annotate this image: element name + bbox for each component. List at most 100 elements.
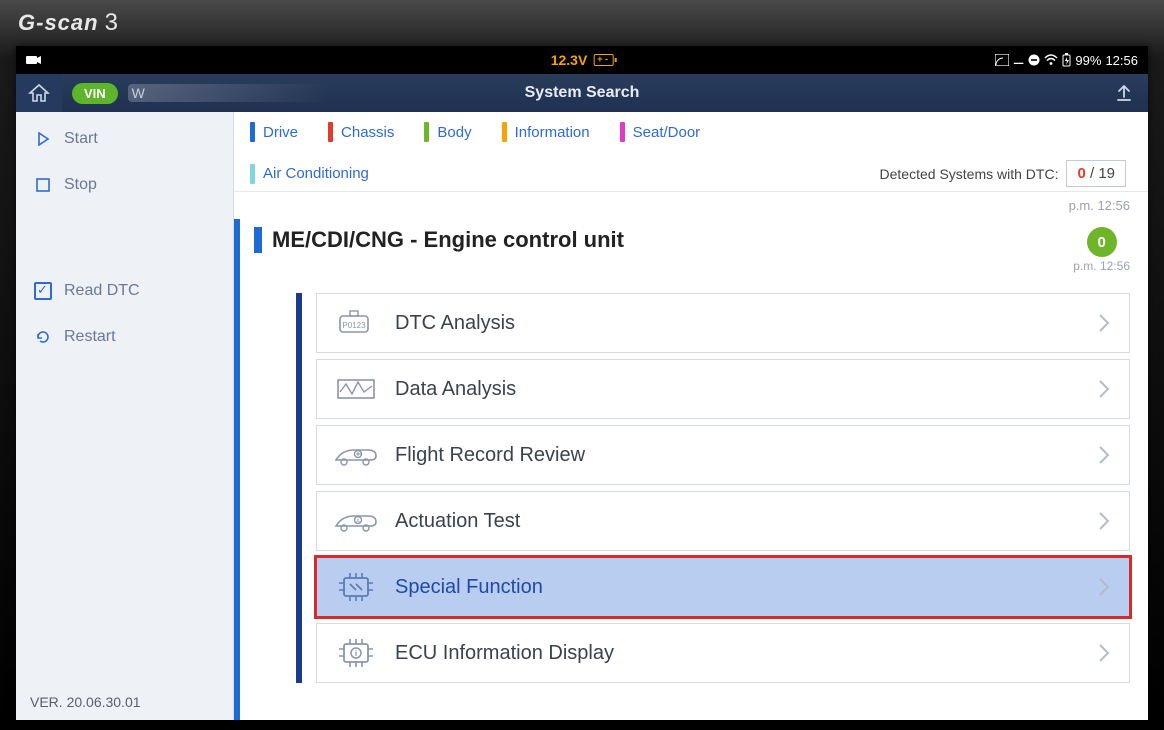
function-list: P0123 DTC Analysis Data Analysis Flight Rec… bbox=[296, 293, 1130, 683]
category-label-information: Information bbox=[515, 124, 590, 141]
function-item-ecu-information-display[interactable]: i ECU Information Display bbox=[316, 623, 1130, 683]
battery-percent: 99% bbox=[1075, 53, 1101, 68]
category-label-seat-door: Seat/Door bbox=[633, 124, 701, 141]
ecu-dtc-badge: 0 p.m. 12:56 bbox=[1073, 227, 1130, 273]
dtc-analysis-icon: P0123 bbox=[331, 303, 381, 343]
data-analysis-icon bbox=[331, 369, 381, 409]
sidebar: Start Stop Read DTC Restar bbox=[16, 112, 234, 720]
function-label: ECU Information Display bbox=[395, 642, 614, 665]
seat-door-color-bar bbox=[620, 122, 625, 142]
bluetooth-icon: ⚊ bbox=[1013, 52, 1025, 68]
function-label: Actuation Test bbox=[395, 510, 520, 533]
vin-badge[interactable]: VIN bbox=[72, 83, 118, 104]
version-label: VER. 20.06.30.01 bbox=[16, 684, 233, 720]
vin-value: W bbox=[128, 84, 328, 102]
category-body[interactable]: Body bbox=[424, 122, 471, 142]
restart-icon bbox=[34, 328, 52, 346]
category-bar: Drive Chassis Body Information bbox=[234, 112, 1148, 192]
function-item-actuation-test[interactable]: A Actuation Test bbox=[316, 491, 1130, 551]
sidebar-label-restart: Restart bbox=[64, 328, 116, 346]
chassis-color-bar bbox=[328, 122, 333, 142]
category-label-body: Body bbox=[437, 124, 471, 141]
battery-icon bbox=[1062, 53, 1071, 67]
information-color-bar bbox=[502, 122, 507, 142]
voltage-text: 12.3V bbox=[551, 52, 588, 68]
app-header: VIN W System Search bbox=[16, 74, 1148, 112]
android-status-bar: 12.3V + - ⚊ 99% 12:56 bbox=[16, 46, 1148, 74]
function-item-flight-record-review[interactable]: Flight Record Review bbox=[316, 425, 1130, 485]
dnd-icon bbox=[1028, 54, 1040, 66]
home-icon bbox=[28, 83, 50, 103]
category-information[interactable]: Information bbox=[502, 122, 590, 142]
category-drive[interactable]: Drive bbox=[250, 122, 298, 142]
detected-dtc-box: Detected Systems with DTC: 0 / 19 bbox=[880, 160, 1132, 187]
top-timestamp: p.m. 12:56 bbox=[234, 192, 1148, 215]
sidebar-label-read-dtc: Read DTC bbox=[64, 282, 140, 300]
wifi-icon bbox=[1044, 54, 1058, 66]
chevron-right-icon bbox=[1097, 444, 1111, 466]
svg-text:i: i bbox=[355, 649, 357, 658]
home-button[interactable] bbox=[16, 74, 62, 112]
dtc-current: 0 bbox=[1077, 165, 1085, 182]
category-label-drive: Drive bbox=[263, 124, 298, 141]
up-arrow-icon bbox=[1114, 83, 1134, 103]
body: Start Stop Read DTC Restar bbox=[16, 112, 1148, 720]
drive-color-bar bbox=[250, 122, 255, 142]
chevron-right-icon bbox=[1097, 576, 1111, 598]
category-seat-door[interactable]: Seat/Door bbox=[620, 122, 701, 142]
chevron-right-icon bbox=[1097, 642, 1111, 664]
function-item-dtc-analysis[interactable]: P0123 DTC Analysis bbox=[316, 293, 1130, 353]
function-label: Flight Record Review bbox=[395, 444, 585, 467]
brand-bar: G-scan 3 bbox=[0, 0, 1164, 46]
checkbox-icon bbox=[34, 282, 52, 300]
dtc-sep: / bbox=[1086, 165, 1099, 182]
ecu-header: ME/CDI/CNG - Engine control unit 0 p.m. … bbox=[240, 219, 1130, 279]
chevron-right-icon bbox=[1097, 510, 1111, 532]
category-label-chassis: Chassis bbox=[341, 124, 394, 141]
function-item-special-function[interactable]: Special Function bbox=[316, 557, 1130, 617]
camera-icon bbox=[26, 55, 42, 65]
page-title: System Search bbox=[525, 84, 640, 102]
body-color-bar bbox=[424, 122, 429, 142]
function-label: Special Function bbox=[395, 576, 543, 599]
svg-text:A: A bbox=[356, 519, 360, 525]
chevron-right-icon bbox=[1097, 312, 1111, 334]
cast-icon bbox=[995, 54, 1009, 66]
brand-logo-text: G-scan bbox=[18, 10, 99, 36]
chevron-right-icon bbox=[1097, 378, 1111, 400]
ecu-dtc-count: 0 bbox=[1087, 227, 1117, 257]
car-battery-icon: + - bbox=[593, 54, 613, 66]
tablet-screen: 12.3V + - ⚊ 99% 12:56 bbox=[16, 46, 1148, 720]
special-function-icon bbox=[331, 567, 381, 607]
stop-icon bbox=[34, 176, 52, 194]
ecu-timestamp: p.m. 12:56 bbox=[1073, 259, 1130, 273]
dtc-label: Detected Systems with DTC: bbox=[880, 166, 1059, 182]
sidebar-item-stop[interactable]: Stop bbox=[16, 162, 233, 208]
play-icon bbox=[34, 130, 52, 148]
flight-record-review-icon bbox=[331, 435, 381, 475]
sidebar-label-stop: Stop bbox=[64, 176, 97, 194]
sidebar-item-read-dtc[interactable]: Read DTC bbox=[16, 268, 233, 314]
sidebar-item-start[interactable]: Start bbox=[16, 116, 233, 162]
main-area: Drive Chassis Body Information bbox=[234, 112, 1148, 720]
ecu-accent-bar bbox=[254, 227, 262, 253]
device-frame: G-scan 3 12.3V + - ⚊ bbox=[0, 0, 1164, 730]
category-chassis[interactable]: Chassis bbox=[328, 122, 394, 142]
clock-text: 12:56 bbox=[1105, 53, 1138, 68]
sidebar-item-restart[interactable]: Restart bbox=[16, 314, 233, 360]
actuation-test-icon: A bbox=[331, 501, 381, 541]
sidebar-label-start: Start bbox=[64, 130, 98, 148]
dtc-total: 19 bbox=[1098, 165, 1115, 182]
ecu-title: ME/CDI/CNG - Engine control unit bbox=[272, 227, 1073, 253]
ecu-panel: ME/CDI/CNG - Engine control unit 0 p.m. … bbox=[234, 219, 1148, 720]
ecu-information-display-icon: i bbox=[331, 633, 381, 673]
function-label: Data Analysis bbox=[395, 378, 516, 401]
function-item-data-analysis[interactable]: Data Analysis bbox=[316, 359, 1130, 419]
category-label-ac: Air Conditioning bbox=[263, 165, 369, 182]
brand-suffix: 3 bbox=[105, 9, 119, 37]
category-air-conditioning[interactable]: Air Conditioning bbox=[250, 164, 369, 184]
back-up-button[interactable] bbox=[1100, 74, 1148, 112]
function-label: DTC Analysis bbox=[395, 312, 515, 335]
svg-text:P0123: P0123 bbox=[342, 321, 366, 330]
ac-color-bar bbox=[250, 164, 255, 184]
